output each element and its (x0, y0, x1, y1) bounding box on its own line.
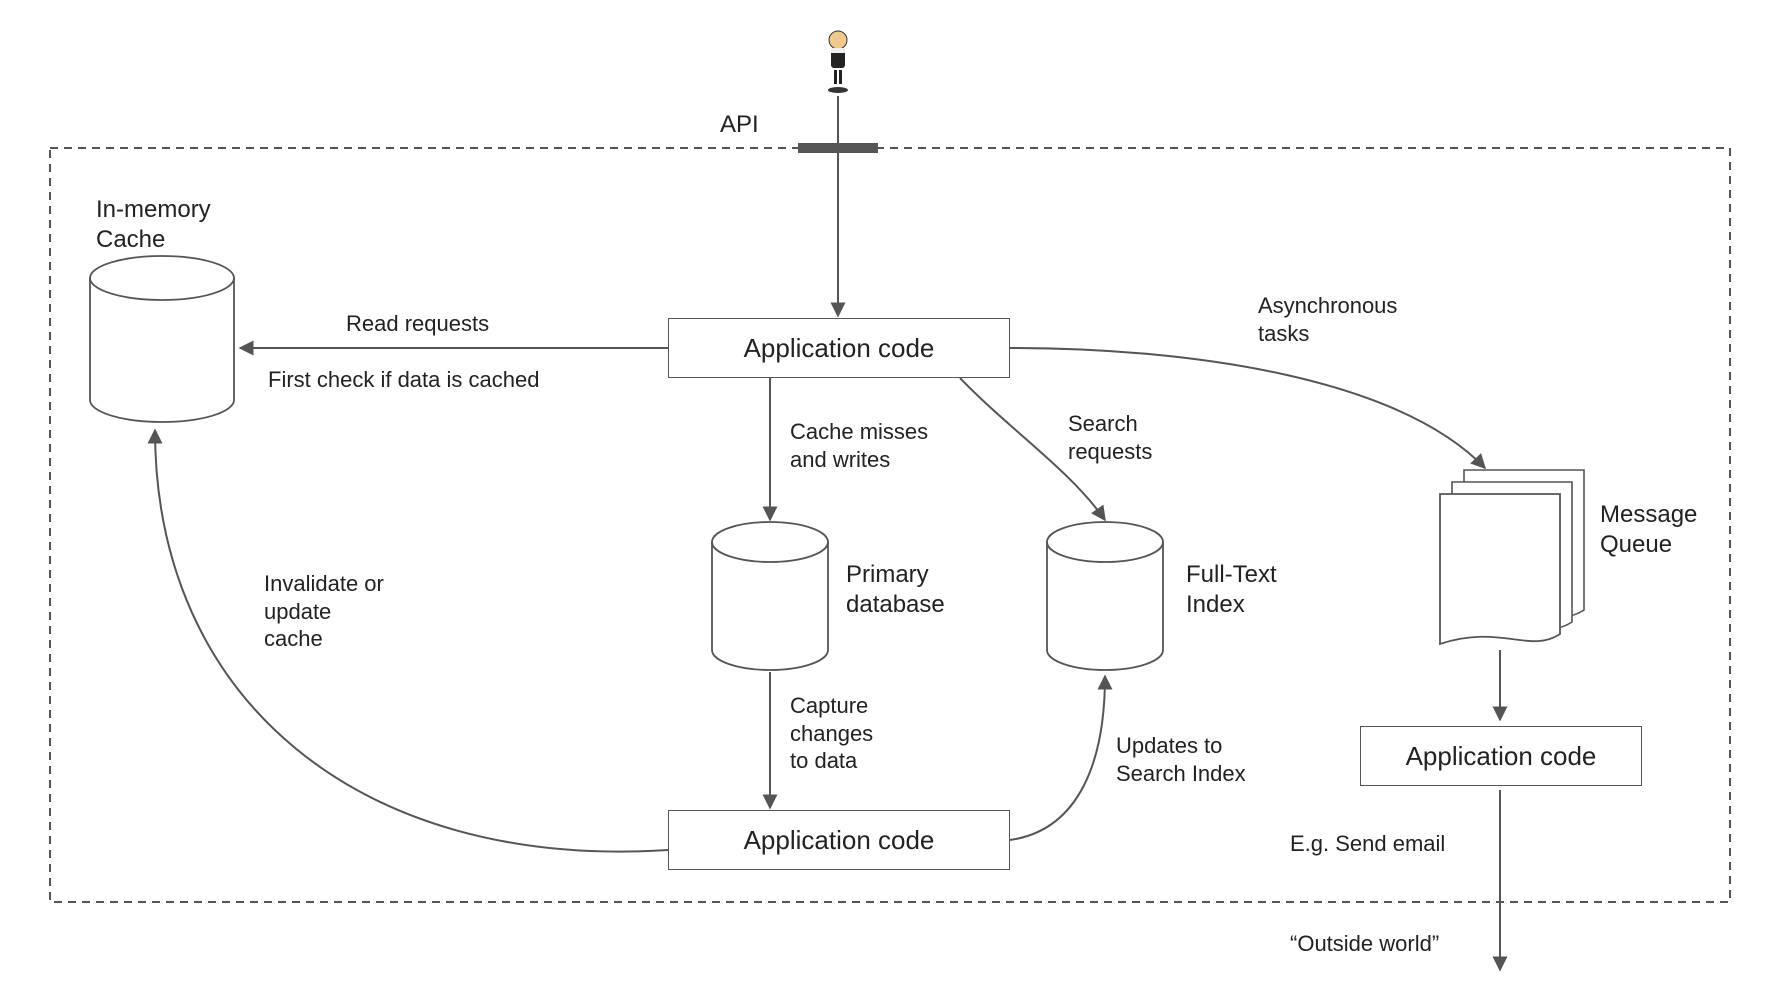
message-queue-icon (1440, 470, 1584, 644)
fulltext-index-label: Full-Text Index (1186, 560, 1277, 620)
edge-label-capture-changes: Capture changes to data (790, 692, 873, 775)
edge-label-send-email: E.g. Send email (1290, 830, 1445, 858)
primary-db-cylinder (712, 522, 828, 670)
edge-label-async-tasks: Asynchronous tasks (1258, 292, 1397, 347)
edge-appmid-to-cache (155, 430, 668, 852)
edge-label-invalidate-cache: Invalidate or update cache (264, 570, 384, 653)
app-code-right: Application code (1360, 726, 1642, 786)
cache-label: In-memory Cache (96, 195, 211, 255)
primary-db-label: Primary database (846, 560, 945, 620)
edge-label-cache-misses: Cache misses and writes (790, 418, 928, 473)
app-code-mid: Application code (668, 810, 1010, 870)
app-code-right-label: Application code (1406, 741, 1597, 772)
app-code-top-label: Application code (744, 333, 935, 364)
message-queue-label: Message Queue (1600, 500, 1697, 560)
edge-label-read-requests: Read requests (346, 310, 489, 338)
edge-label-updates-search: Updates to Search Index (1116, 732, 1246, 787)
user-icon (828, 31, 848, 93)
outside-world-label: “Outside world” (1290, 930, 1439, 958)
app-code-top: Application code (668, 318, 1010, 378)
edge-label-first-check: First check if data is cached (268, 366, 539, 394)
fulltext-index-cylinder (1047, 522, 1163, 670)
cache-cylinder (90, 256, 234, 422)
api-label: API (720, 110, 759, 140)
app-code-mid-label: Application code (744, 825, 935, 856)
edge-appmid-to-index (1010, 676, 1105, 840)
edge-label-search-requests: Search requests (1068, 410, 1152, 465)
